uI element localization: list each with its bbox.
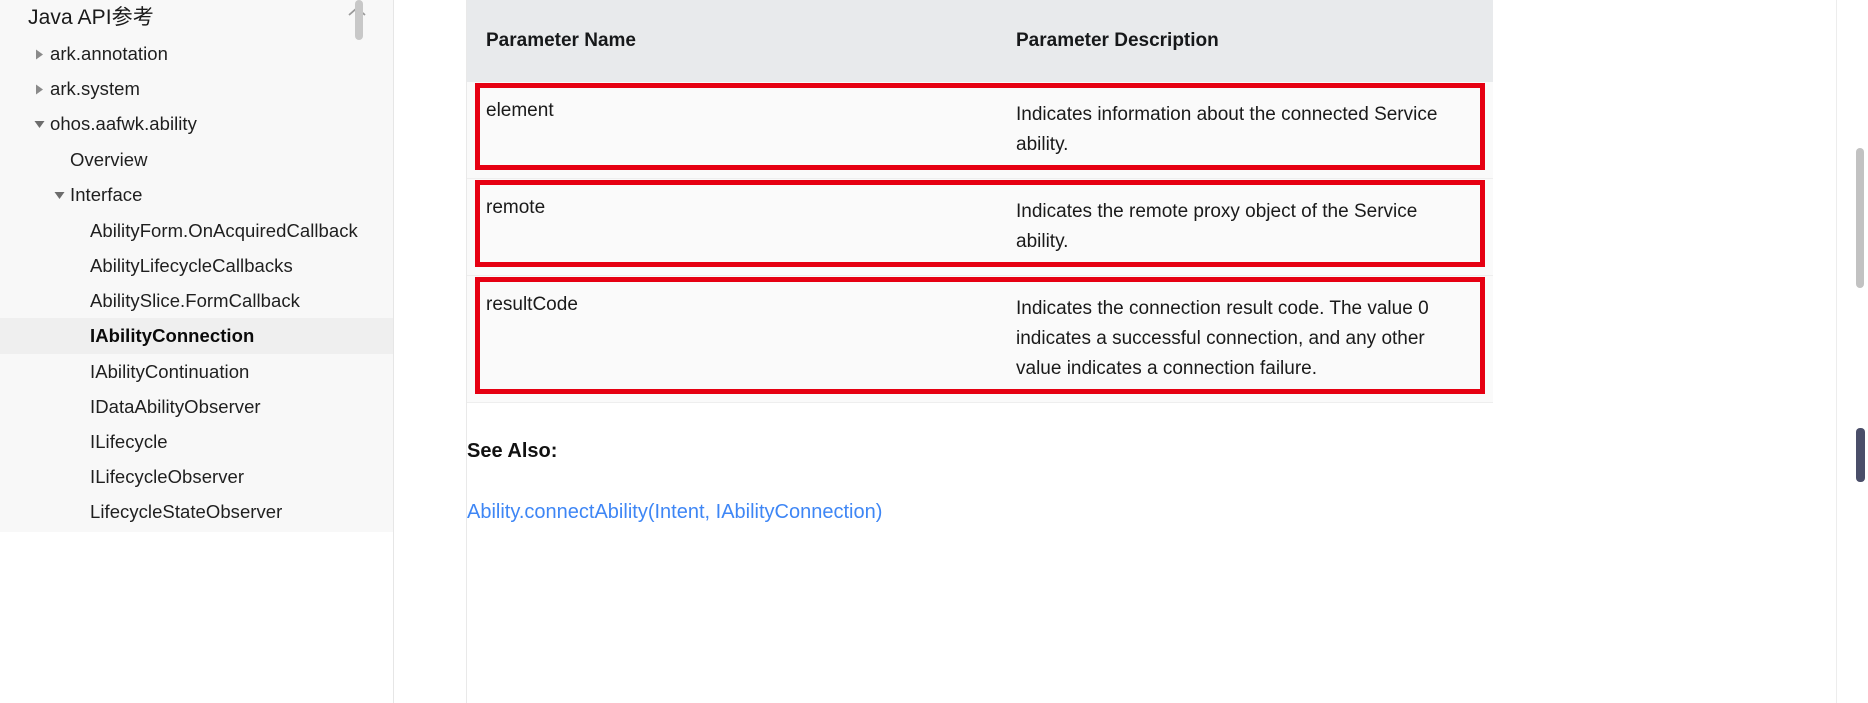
page-scrollbar-thumb-secondary[interactable] <box>1856 428 1865 482</box>
chevron-right-icon[interactable] <box>32 82 46 96</box>
documentation-page: Java API参考 ark.annotation ark.system ohos.… <box>0 0 1868 703</box>
sidebar-item-idataabilityobserver[interactable]: IDataAbilityObserver <box>0 389 393 425</box>
parameters-table-body: element Indicates information about the c… <box>467 82 1493 404</box>
sidebar-item-ilifecycle[interactable]: ILifecycle <box>0 424 393 460</box>
sidebar-item-label: ILifecycle <box>90 431 168 452</box>
table-row: element Indicates information about the c… <box>467 82 1493 180</box>
sidebar-item-abilityslice-formcallback[interactable]: AbilitySlice.FormCallback <box>0 283 393 319</box>
right-scrollbar-rail <box>1836 0 1868 703</box>
sidebar-title: Java API参考 <box>28 6 154 29</box>
sidebar-item-label: AbilitySlice.FormCallback <box>90 290 300 311</box>
sidebar-scrollbar-thumb[interactable] <box>355 0 363 40</box>
parameters-table-head: Parameter Name Parameter Description <box>467 0 1493 82</box>
sidebar-item-label: IAbilityContinuation <box>90 361 250 382</box>
sidebar-item-abilityform-onacquiredcallback[interactable]: AbilityForm.OnAcquiredCallback <box>0 213 393 249</box>
main-content-area: Parameter Name Parameter Description ele… <box>394 0 1824 703</box>
parameter-name-cell: element <box>467 82 1002 180</box>
sidebar-item-label: IAbilityConnection <box>90 325 255 346</box>
page-scrollbar-thumb[interactable] <box>1856 148 1864 288</box>
sidebar-item-label: ark.system <box>50 78 140 99</box>
table-row: remote Indicates the remote proxy object … <box>467 178 1493 277</box>
sidebar-item-lifecyclestateobserver[interactable]: LifecycleStateObserver <box>0 494 393 530</box>
chevron-down-icon[interactable] <box>32 117 46 131</box>
sidebar-item-label: ohos.aafwk.ability <box>50 113 197 134</box>
sidebar-tree: Java API参考 ark.annotation ark.system ohos.… <box>0 0 393 532</box>
sidebar-item-label: ILifecycleObserver <box>90 466 245 487</box>
sidebar-item-label: IDataAbilityObserver <box>90 396 261 417</box>
see-also-link[interactable]: Ability.connectAbility(Intent, IAbilityC… <box>467 501 882 524</box>
sidebar-item-label: AbilityLifecycleCallbacks <box>90 255 293 276</box>
chevron-down-icon[interactable] <box>52 188 66 202</box>
parameter-description-cell: Indicates the connection result code. Th… <box>1002 275 1493 404</box>
sidebar-item-label: Overview <box>70 149 148 170</box>
chevron-right-icon[interactable] <box>32 47 46 61</box>
sidebar-item-label: AbilityForm.OnAcquiredCallback <box>90 220 358 241</box>
sidebar-navigation-panel: Java API参考 ark.annotation ark.system ohos.… <box>0 0 393 532</box>
table-header-row: Parameter Name Parameter Description <box>467 0 1493 82</box>
parameter-name-cell: remote <box>467 178 1002 277</box>
column-header-parameter-description: Parameter Description <box>1016 30 1219 51</box>
parameters-table: Parameter Name Parameter Description ele… <box>467 0 1493 404</box>
sidebar-item-overview[interactable]: Overview <box>0 142 393 178</box>
table-row: resultCode Indicates the connection resul… <box>467 275 1493 404</box>
sidebar-item-ilifecycleobserver[interactable]: ILifecycleObserver <box>0 459 393 495</box>
sidebar-item-label: LifecycleStateObserver <box>90 501 283 522</box>
sidebar-item-ark-annotation[interactable]: ark.annotation <box>0 36 393 72</box>
parameter-name-cell: resultCode <box>467 275 1002 404</box>
sidebar-item-iabilitycontinuation[interactable]: IAbilityContinuation <box>0 354 393 390</box>
sidebar-item-iabilityconnection[interactable]: IAbilityConnection <box>0 318 393 354</box>
sidebar-item-ark-system[interactable]: ark.system <box>0 71 393 107</box>
parameter-description-cell: Indicates information about the connecte… <box>1002 82 1493 180</box>
sidebar-item-label: ark.annotation <box>50 43 168 64</box>
sidebar-item-label: Interface <box>70 184 143 205</box>
sidebar-scrollbar-track[interactable] <box>355 0 365 532</box>
parameter-description-cell: Indicates the remote proxy object of the… <box>1002 178 1493 277</box>
see-also-heading: See Also: <box>467 440 558 462</box>
sidebar-item-ohos-aafwk-ability[interactable]: ohos.aafwk.ability <box>0 106 393 142</box>
sidebar-item-abilitylifecyclecallbacks[interactable]: AbilityLifecycleCallbacks <box>0 248 393 284</box>
column-header-parameter-name: Parameter Name <box>486 30 636 51</box>
sidebar-item-interface[interactable]: Interface <box>0 177 393 213</box>
